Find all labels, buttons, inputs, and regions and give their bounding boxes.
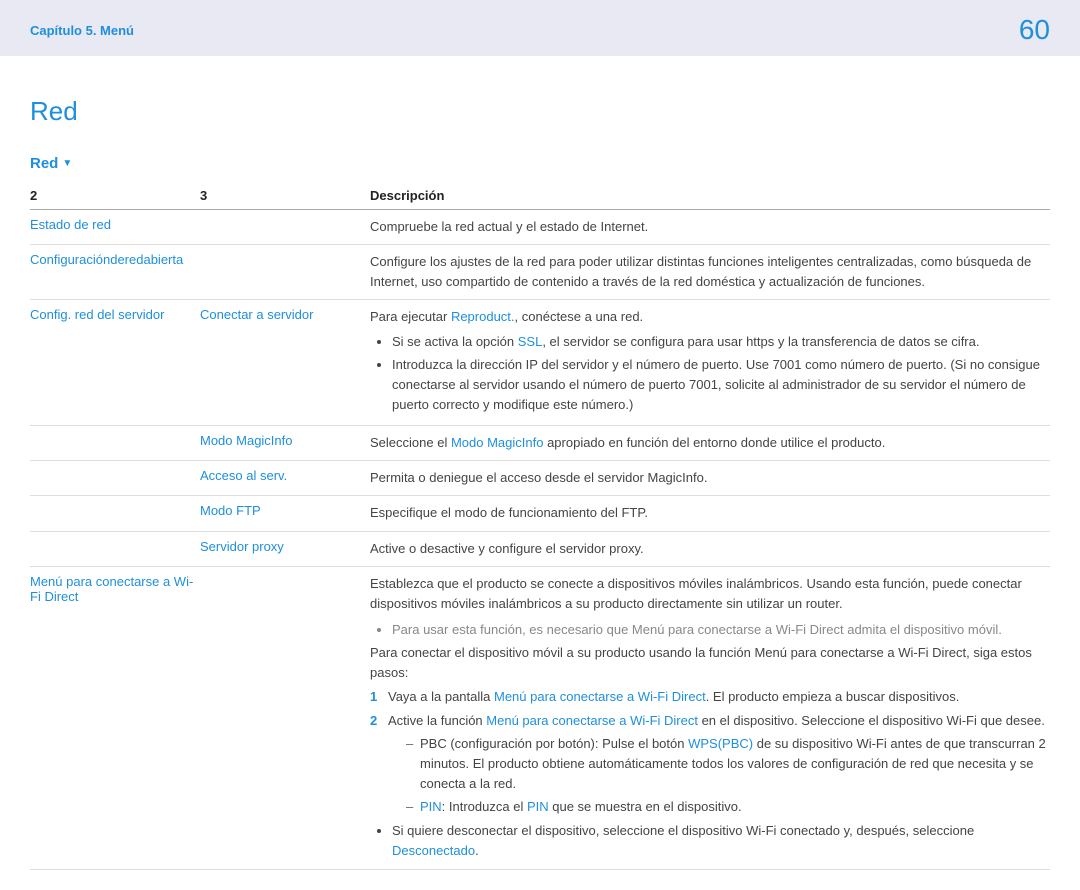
page-title: Red: [30, 96, 1050, 127]
page-number: 60: [1019, 14, 1050, 46]
table-row: Modo MagicInfo Seleccione el Modo MagicI…: [30, 426, 1050, 461]
list-item: Si quiere desconectar el dispositivo, se…: [392, 821, 1046, 861]
table-row: Acceso al serv. Permita o deniegue el ac…: [30, 461, 1050, 496]
link-wifi-direct[interactable]: Menú para conectarse a Wi-Fi Direct: [486, 713, 698, 728]
page-body: Red Red ▼ 2 3 Descripción Estado de red …: [0, 56, 1080, 890]
row-sub-conectar[interactable]: Conectar a servidor: [200, 300, 370, 426]
list-item: Si se activa la opción SSL, el servidor …: [392, 332, 1046, 352]
row-sub-acceso[interactable]: Acceso al serv.: [200, 461, 370, 496]
table-row: Servidor proxy Active o desactive y conf…: [30, 531, 1050, 566]
settings-table: 2 3 Descripción Estado de red Compruebe …: [30, 182, 1050, 870]
col-header-1: 2: [30, 182, 200, 210]
link-magicinfo[interactable]: Modo MagicInfo: [451, 435, 544, 450]
substep-pin: PIN: Introduzca el PIN que se muestra en…: [406, 797, 1046, 817]
step-1: 1Vaya a la pantalla Menú para conectarse…: [370, 687, 1046, 707]
section-label: Red: [30, 155, 58, 172]
row-sub-proxy[interactable]: Servidor proxy: [200, 531, 370, 566]
list-item: Introduzca la dirección IP del servidor …: [392, 355, 1046, 415]
link-wps-pbc[interactable]: WPS(PBC): [688, 736, 753, 751]
step-2: 2Active la función Menú para conectarse …: [370, 711, 1046, 818]
col-header-desc: Descripción: [370, 182, 1050, 210]
link-ssl[interactable]: SSL: [518, 334, 543, 349]
row-label-config-servidor[interactable]: Config. red del servidor: [30, 300, 200, 426]
row-desc: Establezca que el producto se conecte a …: [370, 566, 1050, 869]
row-desc: Configure los ajustes de la red para pod…: [370, 245, 1050, 300]
table-header-row: 2 3 Descripción: [30, 182, 1050, 210]
row-desc: Active o desactive y configure el servid…: [370, 531, 1050, 566]
table-row: Configuraciónderedabierta Configure los …: [30, 245, 1050, 300]
row-sub-ftp[interactable]: Modo FTP: [200, 496, 370, 531]
dropdown-triangle-icon: ▼: [62, 158, 72, 169]
link-pin[interactable]: PIN: [527, 799, 549, 814]
section-title[interactable]: Red ▼: [30, 155, 1050, 172]
row-label-estado[interactable]: Estado de red: [30, 210, 200, 245]
table-row: Estado de red Compruebe la red actual y …: [30, 210, 1050, 245]
page-header: Capítulo 5. Menú 60: [0, 0, 1080, 56]
row-desc: Permita o deniegue el acceso desde el se…: [370, 461, 1050, 496]
link-desconectado[interactable]: Desconectado: [392, 843, 475, 858]
row-desc: Especifique el modo de funcionamiento de…: [370, 496, 1050, 531]
substep-pbc: PBC (configuración por botón): Pulse el …: [406, 734, 1046, 794]
row-label-wifi-direct[interactable]: Menú para conectarse a Wi-Fi Direct: [30, 566, 200, 869]
paragraph: Establezca que el producto se conecte a …: [370, 574, 1046, 614]
row-desc: Para ejecutar Reproduct., conéctese a un…: [370, 300, 1050, 426]
table-row: Menú para conectarse a Wi-Fi Direct Esta…: [30, 566, 1050, 869]
note-text: Para usar esta función, es necesario que…: [392, 620, 1046, 640]
table-row: Config. red del servidor Conectar a serv…: [30, 300, 1050, 426]
row-sub-magicinfo[interactable]: Modo MagicInfo: [200, 426, 370, 461]
table-row: Modo FTP Especifique el modo de funciona…: [30, 496, 1050, 531]
link-reproduct[interactable]: Reproduct.: [451, 309, 515, 324]
row-desc: Compruebe la red actual y el estado de I…: [370, 210, 1050, 245]
breadcrumb[interactable]: Capítulo 5. Menú: [30, 23, 134, 38]
paragraph: Para conectar el dispositivo móvil a su …: [370, 643, 1046, 683]
col-header-2: 3: [200, 182, 370, 210]
row-label-config-abierta[interactable]: Configuraciónderedabierta: [30, 245, 200, 300]
row-desc: Seleccione el Modo MagicInfo apropiado e…: [370, 426, 1050, 461]
link-wifi-direct[interactable]: Menú para conectarse a Wi-Fi Direct: [494, 689, 706, 704]
